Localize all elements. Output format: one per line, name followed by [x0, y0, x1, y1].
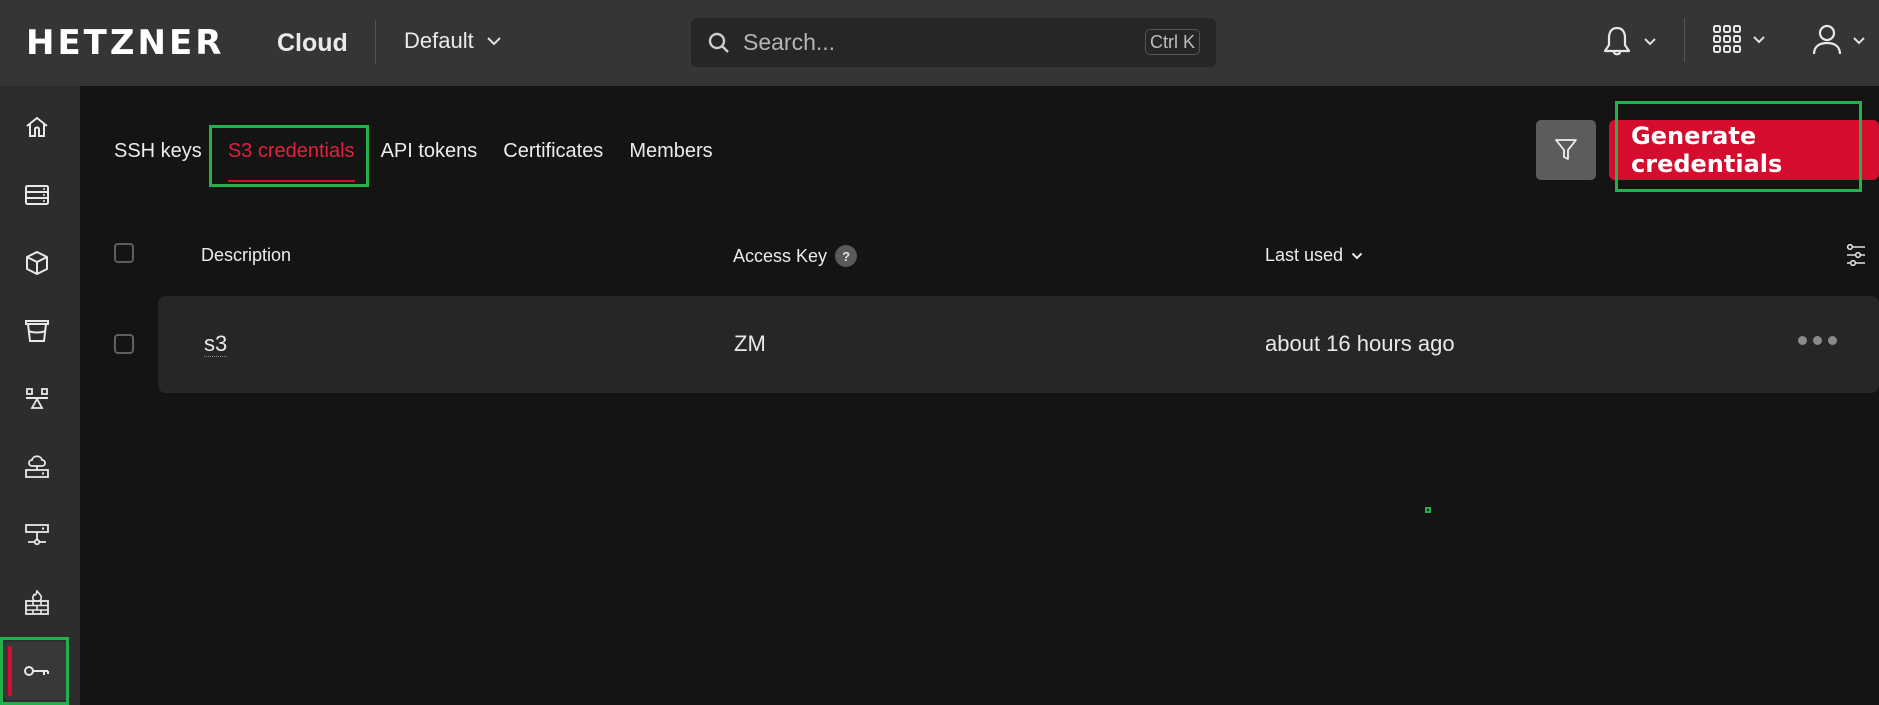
cell-last-used: about 16 hours ago [1265, 331, 1455, 356]
top-header: HETZNER Cloud Default Ctrl K [0, 0, 1879, 86]
sort-chevron-down-icon [1351, 252, 1363, 259]
sidebar-item-networks[interactable] [4, 506, 70, 564]
search-icon [708, 32, 729, 53]
search-shortcut-hint: Ctrl K [1145, 29, 1200, 55]
chevron-down-icon [1644, 37, 1656, 45]
tab-api-tokens[interactable]: API tokens [368, 140, 491, 182]
header-divider [375, 20, 376, 64]
sidebar-item-firewalls[interactable] [4, 574, 70, 632]
row-actions-menu[interactable] [1798, 336, 1837, 345]
bucket-icon [25, 320, 49, 342]
apps-menu[interactable] [1712, 24, 1766, 54]
apps-grid-icon [1713, 25, 1741, 53]
tab-ssh-keys[interactable]: SSH keys [114, 140, 215, 182]
sidebar-item-home[interactable] [4, 98, 70, 156]
security-tabs: SSH keys S3 credentials API tokens Certi… [114, 140, 726, 182]
sidebar-item-load-balancers[interactable] [4, 370, 70, 428]
filter-button[interactable] [1536, 120, 1596, 180]
row-checkbox[interactable] [114, 334, 134, 354]
sidebar-item-primary-ips[interactable] [4, 438, 70, 496]
notifications-menu[interactable] [1601, 24, 1657, 58]
generate-credentials-button[interactable]: Generate credentials [1609, 120, 1879, 180]
filter-icon [1555, 139, 1577, 160]
tab-s3-credentials[interactable]: S3 credentials [215, 140, 368, 182]
user-icon [1812, 24, 1842, 55]
load-balancer-icon [26, 388, 48, 409]
column-settings-icon[interactable] [1846, 244, 1866, 266]
project-name: Default [404, 28, 474, 53]
column-header-access-key: Access Key ? [733, 245, 858, 267]
column-header-description[interactable]: Description [201, 245, 291, 266]
bell-icon [1603, 26, 1631, 56]
user-menu[interactable] [1812, 24, 1866, 56]
select-all-checkbox[interactable] [114, 243, 134, 263]
chevron-down-icon [487, 37, 501, 46]
column-header-label: Description [201, 245, 292, 265]
sidebar-item-security[interactable] [4, 642, 70, 700]
sidebar-item-object-storage[interactable] [4, 302, 70, 360]
more-dot-icon [1798, 336, 1807, 345]
search-input[interactable] [743, 29, 1123, 56]
highlight-box-cursor [1425, 507, 1431, 513]
tab-members[interactable]: Members [616, 140, 725, 182]
chevron-down-icon [1753, 35, 1765, 43]
header-divider [1684, 18, 1685, 62]
server-rack-icon [25, 185, 49, 205]
help-icon[interactable]: ? [835, 245, 858, 267]
network-icon [25, 524, 49, 546]
key-icon [24, 666, 49, 676]
table-row[interactable]: s3 ZM about 16 hours ago [158, 296, 1879, 393]
cube-icon [26, 251, 48, 275]
product-name: Cloud [277, 29, 348, 57]
tab-certificates[interactable]: Certificates [490, 140, 616, 182]
more-dot-icon [1828, 336, 1837, 345]
sidebar-item-servers[interactable] [4, 166, 70, 224]
search-bar[interactable]: Ctrl K [691, 18, 1216, 67]
cell-description[interactable]: s3 [204, 331, 228, 357]
column-header-label: Last used [1265, 245, 1344, 265]
more-dot-icon [1813, 336, 1822, 345]
hetzner-logo[interactable]: HETZNER [26, 26, 224, 60]
sidebar-item-volumes[interactable] [4, 234, 70, 292]
cell-access-key: ZM [734, 331, 766, 356]
chevron-down-icon [1853, 36, 1865, 44]
sidebar [0, 86, 80, 705]
cloud-server-icon [25, 455, 49, 478]
column-header-label: Access Key [733, 245, 828, 266]
project-selector[interactable]: Default [404, 28, 502, 54]
description-link[interactable]: s3 [204, 331, 228, 357]
column-header-last-used[interactable]: Last used [1265, 245, 1363, 266]
firewall-icon [25, 590, 49, 615]
home-icon [26, 116, 48, 137]
